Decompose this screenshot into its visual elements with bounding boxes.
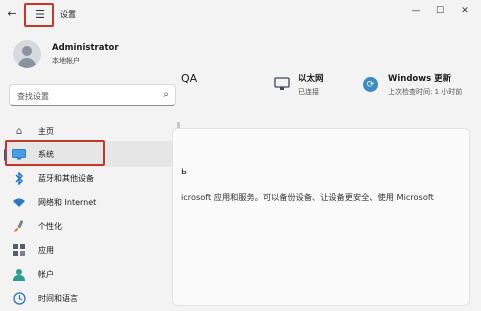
window-title: 设置	[60, 10, 76, 19]
wifi-icon	[12, 195, 26, 209]
account-type: 本地帐户	[52, 57, 80, 65]
close-icon: ✕	[461, 6, 469, 16]
apps-icon	[12, 243, 26, 257]
sidebar-item-label: 帐户	[38, 270, 54, 279]
device-name: QA	[181, 72, 198, 85]
sidebar-item-label: 时间和语言	[38, 294, 78, 303]
windows-update-icon: ⟳	[363, 77, 378, 92]
content-card	[172, 128, 470, 306]
windows-update-status: 上次检查时间: 1 小时前	[388, 88, 463, 96]
search-icon: ⌕	[163, 89, 169, 100]
maximize-icon: ☐	[435, 6, 445, 16]
sidebar-item-accounts[interactable]: 帐户	[4, 261, 176, 287]
sidebar-item-personalization[interactable]: 个性化	[4, 213, 176, 239]
windows-update-label[interactable]: Windows 更新	[388, 72, 451, 84]
user-head-icon	[22, 46, 32, 56]
sidebar-item-label: 蓝牙和其他设备	[38, 174, 94, 183]
sidebar-item-time-language[interactable]: 时间和语言	[4, 285, 176, 311]
back-button[interactable]: ←	[5, 6, 19, 20]
globe-clock-icon	[12, 291, 26, 305]
avatar[interactable]	[13, 40, 41, 68]
search-placeholder: 查找设置	[17, 92, 49, 101]
home-icon: ⌂	[15, 125, 23, 137]
sidebar-item-label: 个性化	[38, 222, 62, 231]
card-description: icrosoft 应用和服务。可以备份设备、让设备更安全、使用 Microsof…	[181, 192, 434, 202]
back-arrow-icon: ←	[7, 6, 17, 20]
sidebar-item-apps[interactable]: 应用	[4, 237, 176, 263]
account-icon	[12, 267, 26, 281]
account-name: Administrator	[52, 43, 119, 53]
maximize-button[interactable]: ☐	[434, 5, 446, 17]
card-title-fragment: ь	[181, 166, 187, 177]
minimize-icon: —	[411, 6, 421, 16]
ethernet-label[interactable]: 以太网	[298, 72, 324, 84]
user-body-icon	[18, 58, 36, 68]
sidebar-item-network[interactable]: 网络和 Internet	[4, 189, 176, 215]
sidebar-item-label: 网络和 Internet	[38, 198, 97, 207]
highlight-box-system	[5, 140, 105, 166]
ethernet-status: 已连接	[298, 88, 319, 96]
sidebar-item-label: 应用	[38, 246, 54, 255]
search-input[interactable]: 查找设置 ⌕	[9, 84, 176, 106]
highlight-box-menu	[24, 3, 54, 27]
ethernet-icon	[274, 77, 290, 91]
brush-icon	[12, 219, 26, 233]
minimize-button[interactable]: —	[410, 5, 422, 17]
sidebar-item-bluetooth[interactable]: 蓝牙和其他设备	[4, 165, 176, 191]
close-button[interactable]: ✕	[459, 5, 471, 17]
bluetooth-icon	[12, 171, 26, 185]
sidebar-item-label: 主页	[38, 127, 54, 136]
